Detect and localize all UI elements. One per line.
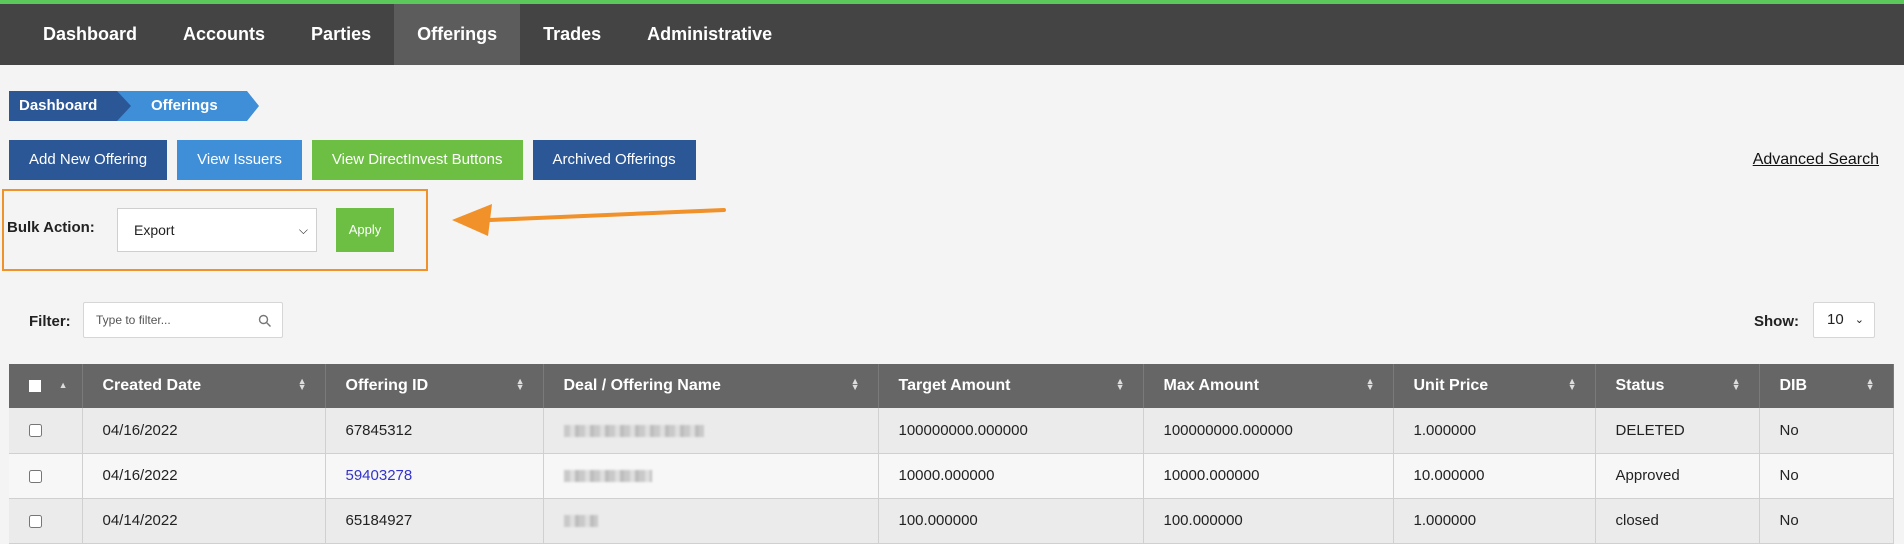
cell-offering-id: 59403278 bbox=[325, 453, 544, 499]
cell-max-amount: 100000000.000000 bbox=[1143, 408, 1394, 454]
cell-created-date: 04/16/2022 bbox=[82, 408, 326, 454]
sort-icon[interactable]: ▲ ▼ bbox=[851, 377, 860, 392]
breadcrumb-offerings[interactable]: Offerings bbox=[117, 91, 259, 121]
arrow-annotation-icon bbox=[452, 204, 726, 236]
nav-item-offerings[interactable]: Offerings bbox=[394, 4, 521, 65]
table-row[interactable]: 04/14/2022 65184927 100.000000 100.00000… bbox=[9, 498, 1894, 544]
cell-created-date: 04/16/2022 bbox=[82, 453, 326, 499]
top-navigation-bar: Dashboard Accounts Parties Offerings Tra… bbox=[0, 0, 1904, 65]
cell-deal-name bbox=[543, 498, 879, 544]
page-size-value: 10 bbox=[1827, 311, 1844, 328]
table-row[interactable]: 04/16/2022 59403278 10000.000000 10000.0… bbox=[9, 453, 1894, 499]
cell-unit-price: 1.000000 bbox=[1393, 498, 1596, 544]
cell-created-date: 04/14/2022 bbox=[82, 498, 326, 544]
chevron-down-icon: ⌄ bbox=[1854, 314, 1864, 326]
redacted-text bbox=[563, 515, 598, 528]
view-issuers-button[interactable]: View Issuers bbox=[177, 140, 302, 180]
sort-icon[interactable]: ▲ ▼ bbox=[1732, 377, 1741, 392]
sort-icon[interactable]: ▲ ▼ bbox=[1866, 377, 1875, 392]
archived-offerings-button[interactable]: Archived Offerings bbox=[532, 140, 696, 180]
filter-label: Filter: bbox=[29, 313, 71, 330]
sort-icon[interactable]: ▲ ▼ bbox=[298, 377, 307, 392]
filter-input[interactable] bbox=[83, 302, 283, 338]
chevron-down-icon: ⌵ bbox=[298, 223, 308, 237]
cell-dib: No bbox=[1759, 408, 1894, 454]
cell-deal-name bbox=[543, 408, 879, 454]
sort-icon[interactable]: ▲ bbox=[59, 381, 68, 390]
nav-item-trades[interactable]: Trades bbox=[520, 4, 624, 65]
nav-item-administrative[interactable]: Administrative bbox=[624, 4, 795, 65]
view-directinvest-buttons-button[interactable]: View DirectInvest Buttons bbox=[311, 140, 523, 180]
cell-unit-price: 10.000000 bbox=[1393, 453, 1596, 499]
column-header-max-amount[interactable]: Max Amount ▲ ▼ bbox=[1143, 364, 1394, 408]
cell-dib: No bbox=[1759, 453, 1894, 499]
column-header-target-amount[interactable]: Target Amount ▲ ▼ bbox=[878, 364, 1144, 408]
breadcrumb-dashboard[interactable]: Dashboard bbox=[9, 91, 131, 121]
cell-target-amount: 100000000.000000 bbox=[878, 408, 1144, 454]
cell-deal-name bbox=[543, 453, 879, 499]
sort-icon[interactable]: ▲ ▼ bbox=[1366, 377, 1375, 392]
column-header-offering-id[interactable]: Offering ID ▲ ▼ bbox=[325, 364, 544, 408]
bulk-action-selected: Export bbox=[134, 222, 175, 238]
nav-item-dashboard[interactable]: Dashboard bbox=[20, 4, 160, 65]
row-checkbox[interactable] bbox=[29, 424, 42, 438]
cell-unit-price: 1.000000 bbox=[1393, 408, 1596, 454]
apply-button[interactable]: Apply bbox=[336, 208, 394, 252]
sort-icon[interactable]: ▲ ▼ bbox=[1116, 377, 1125, 392]
offerings-table: ▲ Created Date ▲ ▼ Offering ID ▲ ▼ Deal / Of… bbox=[9, 364, 1894, 544]
bulk-action-label: Bulk Action: bbox=[7, 219, 95, 236]
table-header-row: ▲ Created Date ▲ ▼ Offering ID ▲ ▼ Deal / Of… bbox=[9, 364, 1894, 408]
select-all-header[interactable]: ▲ bbox=[9, 364, 83, 408]
action-buttons: Add New Offering View Issuers View Direc… bbox=[9, 140, 696, 180]
show-label: Show: bbox=[1754, 313, 1799, 330]
main-nav: Dashboard Accounts Parties Offerings Tra… bbox=[0, 4, 1904, 65]
cell-dib: No bbox=[1759, 498, 1894, 544]
column-header-status[interactable]: Status ▲ ▼ bbox=[1595, 364, 1760, 408]
column-header-dib[interactable]: DIB ▲ ▼ bbox=[1759, 364, 1894, 408]
cell-max-amount: 100.000000 bbox=[1143, 498, 1394, 544]
offering-id-link[interactable]: 59403278 bbox=[346, 467, 413, 484]
cell-max-amount: 10000.000000 bbox=[1143, 453, 1394, 499]
search-icon bbox=[258, 314, 271, 327]
redacted-text bbox=[563, 424, 704, 437]
add-new-offering-button[interactable]: Add New Offering bbox=[9, 140, 168, 180]
row-checkbox[interactable] bbox=[29, 469, 42, 483]
column-header-created-date[interactable]: Created Date ▲ ▼ bbox=[82, 364, 326, 408]
cell-offering-id: 67845312 bbox=[325, 408, 544, 454]
select-all-checkbox[interactable] bbox=[29, 379, 41, 392]
redacted-text bbox=[563, 470, 652, 483]
table-row[interactable]: 04/16/2022 67845312 100000000.000000 100… bbox=[9, 408, 1894, 454]
nav-item-accounts[interactable]: Accounts bbox=[160, 4, 288, 65]
page-size-select[interactable]: 10 ⌄ bbox=[1813, 302, 1875, 338]
bulk-action-select[interactable]: Export ⌵ bbox=[117, 208, 317, 252]
row-checkbox[interactable] bbox=[29, 514, 42, 528]
cell-target-amount: 100.000000 bbox=[878, 498, 1144, 544]
cell-status: DELETED bbox=[1595, 408, 1760, 454]
column-header-unit-price[interactable]: Unit Price ▲ ▼ bbox=[1393, 364, 1596, 408]
nav-item-parties[interactable]: Parties bbox=[288, 4, 394, 65]
column-header-deal-name[interactable]: Deal / Offering Name ▲ ▼ bbox=[543, 364, 879, 408]
cell-target-amount: 10000.000000 bbox=[878, 453, 1144, 499]
sort-icon[interactable]: ▲ ▼ bbox=[1568, 377, 1577, 392]
sort-icon[interactable]: ▲ ▼ bbox=[516, 377, 525, 392]
cell-offering-id: 65184927 bbox=[325, 498, 544, 544]
breadcrumb: Dashboard Offerings bbox=[9, 91, 259, 121]
cell-status: closed bbox=[1595, 498, 1760, 544]
cell-status: Approved bbox=[1595, 453, 1760, 499]
advanced-search-link[interactable]: Advanced Search bbox=[1753, 151, 1879, 169]
